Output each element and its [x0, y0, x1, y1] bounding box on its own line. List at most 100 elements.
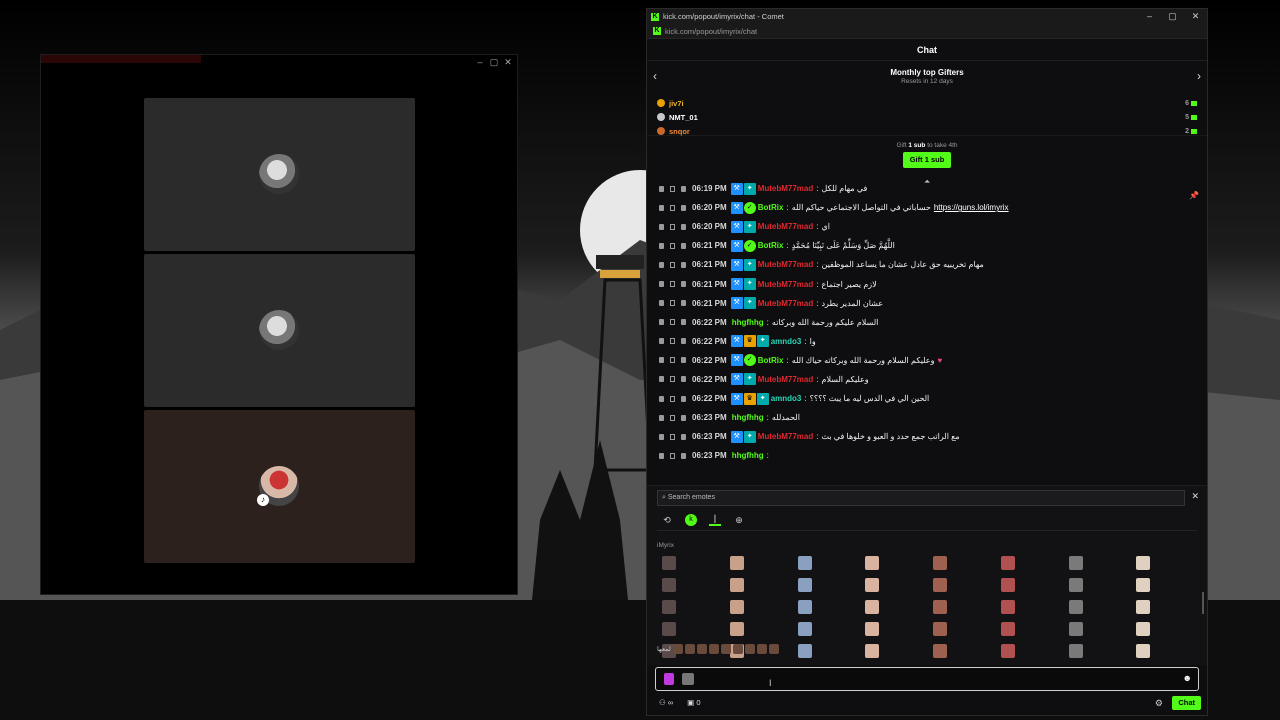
- username[interactable]: MutebM77mad: [758, 222, 814, 231]
- maximize-icon[interactable]: ▢: [487, 56, 501, 68]
- emote[interactable]: [684, 644, 695, 654]
- emote[interactable]: [662, 556, 676, 570]
- timeout-icon[interactable]: [670, 433, 675, 440]
- trash-icon[interactable]: [659, 261, 664, 268]
- emote[interactable]: [865, 578, 880, 592]
- chat-input[interactable]: I ☻: [655, 667, 1199, 691]
- close-button[interactable]: ✕: [1184, 9, 1207, 24]
- emote[interactable]: [1000, 578, 1015, 592]
- timeout-icon[interactable]: [670, 300, 675, 307]
- emote[interactable]: [729, 622, 744, 636]
- ban-icon[interactable]: [681, 261, 686, 268]
- emote[interactable]: [1136, 622, 1151, 636]
- emote[interactable]: [865, 600, 880, 614]
- emote[interactable]: [933, 556, 947, 570]
- username[interactable]: MutebM77mad: [758, 375, 814, 384]
- username[interactable]: hhgfhhg: [732, 451, 764, 460]
- emote[interactable]: [1068, 600, 1083, 614]
- ban-icon[interactable]: [681, 357, 686, 364]
- emote[interactable]: [1000, 644, 1015, 658]
- emote[interactable]: [1068, 622, 1083, 636]
- participant-tile-speaking[interactable]: ♪: [144, 410, 415, 563]
- emote[interactable]: [797, 556, 812, 570]
- timeout-icon[interactable]: [670, 261, 675, 268]
- ban-icon[interactable]: [681, 223, 686, 230]
- emote[interactable]: [865, 556, 880, 570]
- username[interactable]: hhgfhhg: [732, 413, 764, 422]
- timeout-icon[interactable]: [670, 319, 675, 326]
- ban-icon[interactable]: [681, 281, 686, 288]
- username[interactable]: BotRix: [758, 356, 784, 365]
- trash-icon[interactable]: [659, 395, 664, 402]
- timeout-icon[interactable]: [670, 452, 675, 459]
- channel-icon[interactable]: ꟾ: [709, 514, 721, 526]
- emote[interactable]: [1000, 622, 1015, 636]
- chat-message[interactable]: 06:22 PM ⚒ ♛ ✦ amndo3: وا: [659, 332, 1207, 351]
- trash-icon[interactable]: [659, 204, 664, 211]
- trash-icon[interactable]: [659, 300, 664, 307]
- emote[interactable]: [672, 644, 683, 654]
- emote[interactable]: [768, 644, 779, 654]
- close-icon[interactable]: ✕: [501, 56, 515, 68]
- ban-icon[interactable]: [681, 395, 686, 402]
- trash-icon[interactable]: [659, 242, 664, 249]
- trash-icon[interactable]: [659, 338, 664, 345]
- username[interactable]: BotRix: [758, 203, 784, 212]
- kick-icon[interactable]: k: [685, 514, 697, 526]
- emote[interactable]: [797, 622, 812, 636]
- emote[interactable]: [662, 622, 676, 636]
- emote[interactable]: [1136, 644, 1151, 658]
- chat-message[interactable]: 06:19 PM ⚒ ✦ MutebM77mad: في مهام للكل: [659, 179, 1207, 198]
- ban-icon[interactable]: [681, 300, 686, 307]
- ban-icon[interactable]: [681, 319, 686, 326]
- gift-sub-button[interactable]: Gift 1 sub: [902, 152, 952, 168]
- timeout-icon[interactable]: [670, 204, 675, 211]
- chevron-right-icon[interactable]: ›: [1197, 69, 1201, 83]
- trash-icon[interactable]: [659, 414, 664, 421]
- gear-icon[interactable]: ⚙: [1155, 698, 1163, 709]
- ban-icon[interactable]: [681, 414, 686, 421]
- emote[interactable]: [1068, 578, 1083, 592]
- username[interactable]: MutebM77mad: [758, 260, 814, 269]
- ban-icon[interactable]: [681, 433, 686, 440]
- chat-message[interactable]: 06:23 PM ⚒ ✦ MutebM77mad: مع الراتب جمع حدد …: [659, 427, 1207, 446]
- ban-icon[interactable]: [681, 204, 686, 211]
- timeout-icon[interactable]: [670, 223, 675, 230]
- emote[interactable]: [756, 644, 767, 654]
- participant-tile[interactable]: [144, 98, 415, 251]
- emote[interactable]: [729, 600, 744, 614]
- scroll-up-icon[interactable]: ⏶: [924, 179, 930, 187]
- emote[interactable]: [1136, 600, 1151, 614]
- trash-icon[interactable]: [659, 281, 664, 288]
- chat-message[interactable]: 06:20 PM ⚒ ✦ MutebM77mad: اي: [659, 217, 1207, 236]
- chevron-left-icon[interactable]: ‹: [653, 69, 657, 83]
- emote[interactable]: [1136, 556, 1151, 570]
- username[interactable]: MutebM77mad: [758, 432, 814, 441]
- timeout-icon[interactable]: [670, 395, 675, 402]
- emote[interactable]: [865, 644, 880, 658]
- username[interactable]: amndo3: [771, 394, 802, 403]
- emote[interactable]: [729, 556, 744, 570]
- message-link[interactable]: https://guns.lol/imyrix: [934, 203, 1009, 212]
- minimize-icon[interactable]: –: [473, 56, 487, 68]
- viewer-infinity[interactable]: ⚇ ∞: [659, 698, 673, 707]
- emote[interactable]: [865, 622, 880, 636]
- username[interactable]: MutebM77mad: [758, 184, 814, 193]
- trash-icon[interactable]: [659, 433, 664, 440]
- chat-message[interactable]: 06:22 PM ⚒ ♛ ✦ amndo3: الحين الي في الدس ليه …: [659, 389, 1207, 408]
- username[interactable]: hhgfhhg: [732, 318, 764, 327]
- gifter-row[interactable]: NMT_01 5: [657, 110, 1197, 124]
- ban-icon[interactable]: [681, 376, 686, 383]
- chat-message[interactable]: 06:22 PM hhgfhhg: السلام عليكم ورحمة الله …: [659, 313, 1207, 332]
- chat-message[interactable]: 06:22 PM ⚒ ✓ BotRix: وعليكم السلام ورحمة الل…: [659, 351, 1207, 370]
- chat-message[interactable]: 06:20 PM ⚒ ✓ BotRix: حساباتي في التواصل الاج…: [659, 198, 1207, 217]
- emote[interactable]: [1000, 600, 1015, 614]
- send-chat-button[interactable]: Chat: [1172, 696, 1201, 710]
- chat-message[interactable]: 06:23 PM hhgfhhg: الحمدلله: [659, 408, 1207, 427]
- emote[interactable]: [797, 644, 812, 658]
- emote[interactable]: [720, 644, 731, 654]
- ban-icon[interactable]: [681, 185, 686, 192]
- emote[interactable]: [933, 600, 947, 614]
- chat-message[interactable]: 06:21 PM ⚒ ✦ MutebM77mad: لازم يصير اجتماع: [659, 274, 1207, 293]
- emote[interactable]: [797, 578, 812, 592]
